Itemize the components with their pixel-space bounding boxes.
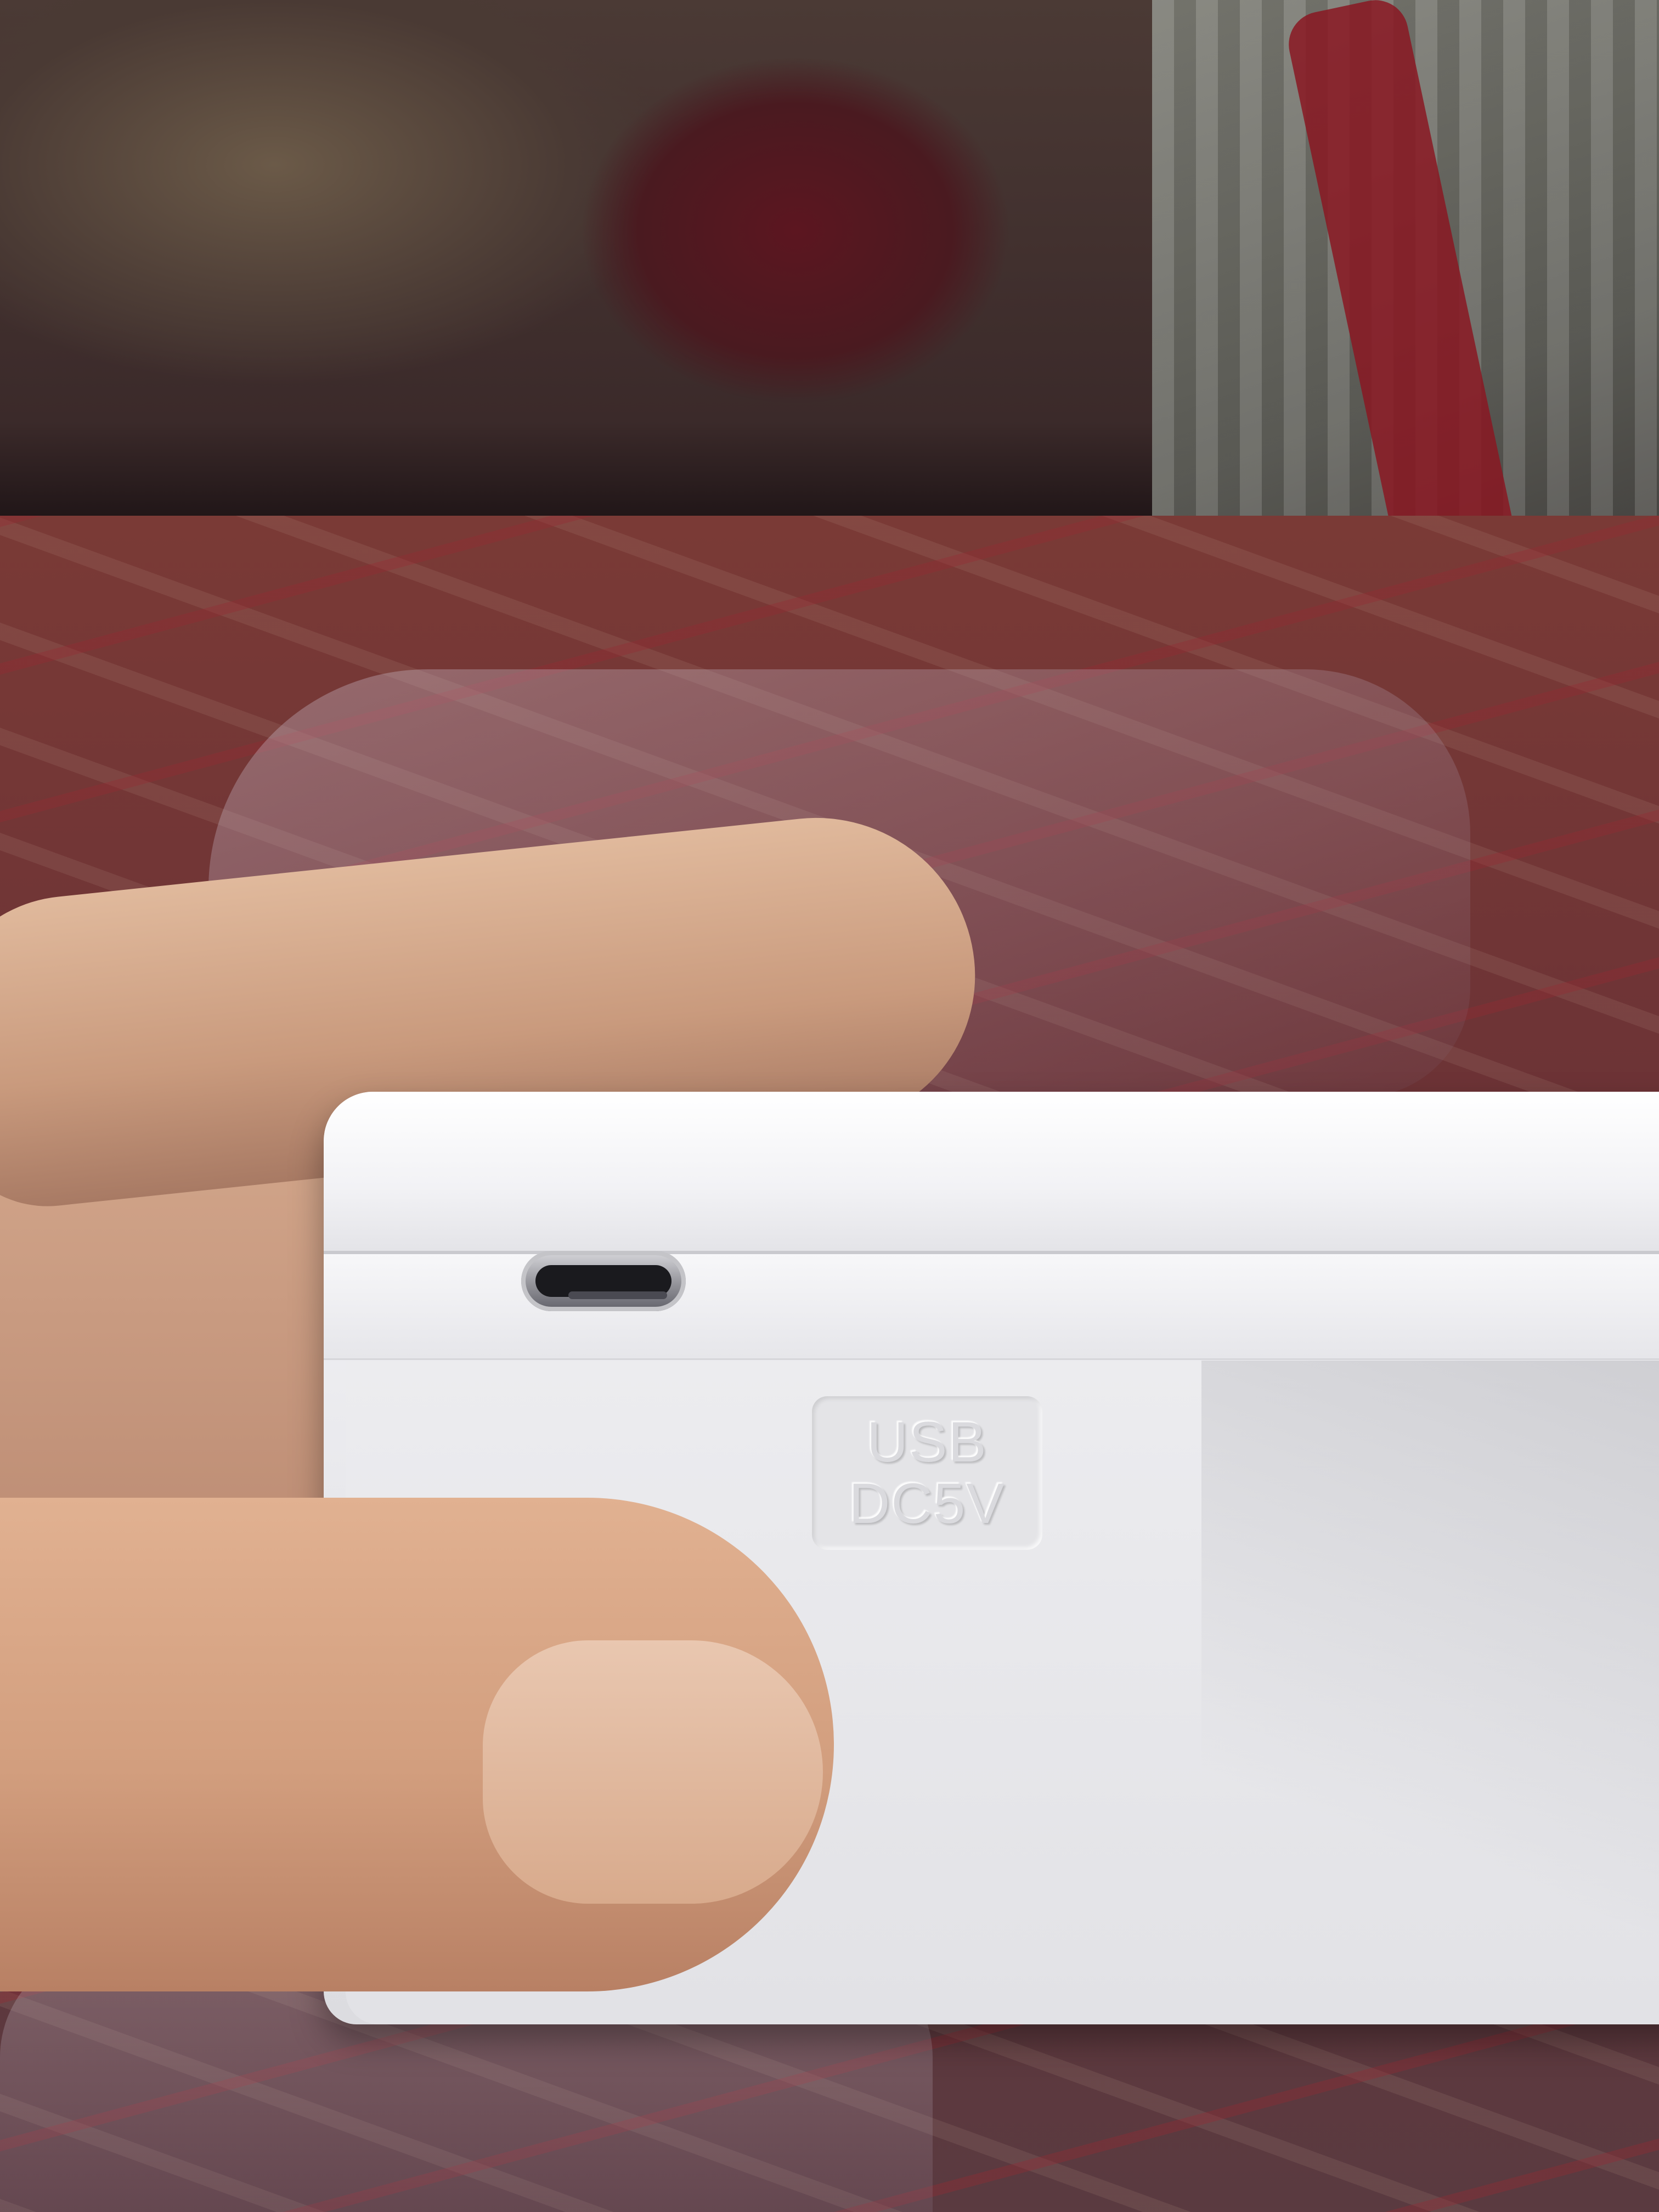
usb-c-port — [521, 1251, 686, 1311]
device-shadow — [1201, 1361, 1659, 2024]
usb-c-port-opening — [535, 1265, 672, 1299]
label-line-usb: USB — [867, 1410, 988, 1474]
thumbnail — [483, 1640, 823, 1904]
usb-c-port-tongue — [568, 1291, 667, 1299]
device-lid — [324, 1092, 1659, 1254]
label-line-dc5v: DC5V — [849, 1472, 1006, 1536]
photo-scene: USB DC5V — [0, 0, 1659, 2212]
embossed-label: USB DC5V — [812, 1396, 1042, 1550]
